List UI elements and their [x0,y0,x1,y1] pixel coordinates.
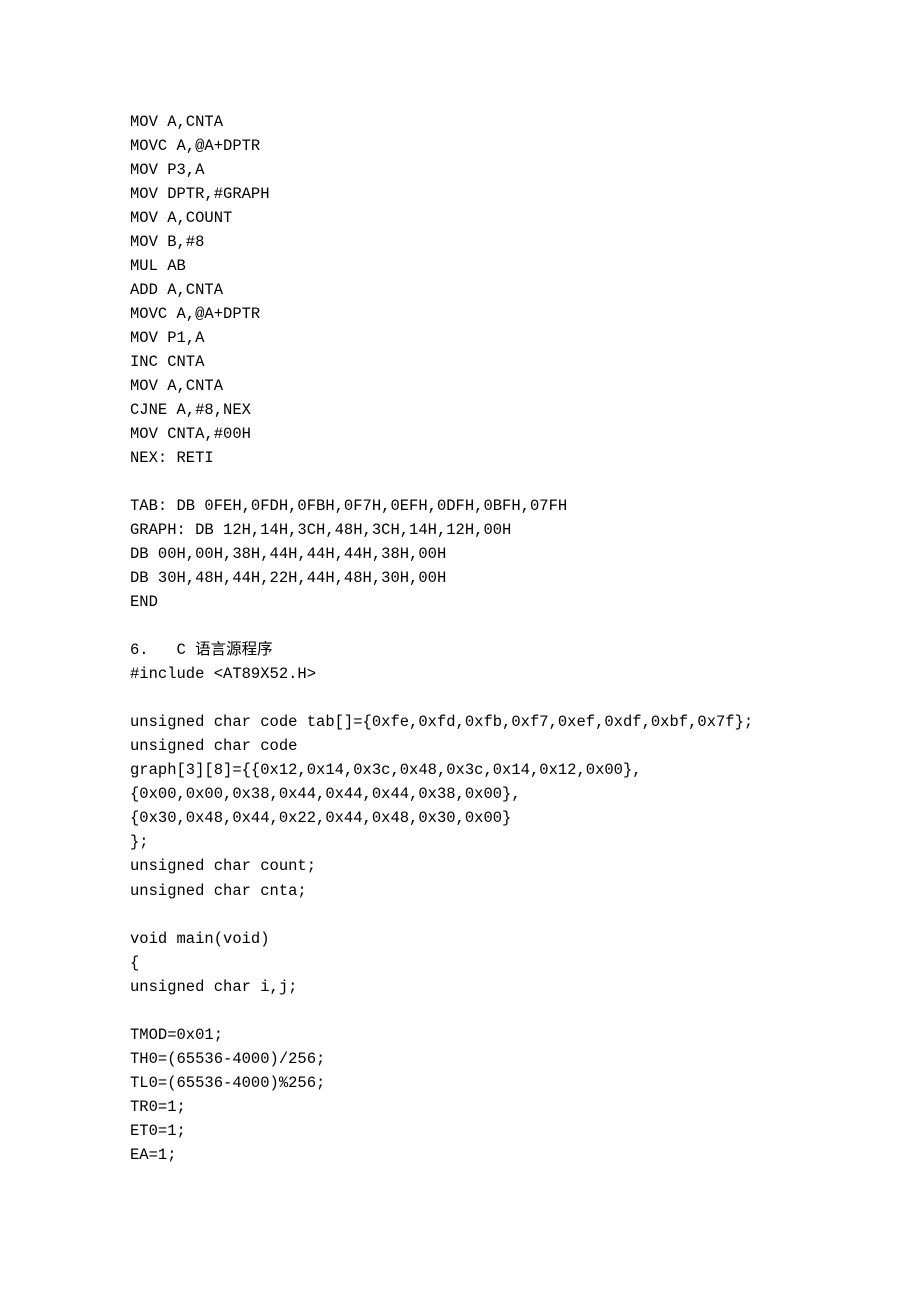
code-line: unsigned char count; [130,854,920,878]
code-line: MOV A,COUNT [130,206,920,230]
code-line: ADD A,CNTA [130,278,920,302]
code-line: TL0=(65536-4000)%256; [130,1071,920,1095]
code-line: MOV A,CNTA [130,374,920,398]
code-line: }; [130,830,920,854]
code-line: MOV DPTR,#GRAPH [130,182,920,206]
code-line: unsigned char code tab[]={0xfe,0xfd,0xfb… [130,710,920,734]
code-line: MOVC A,@A+DPTR [130,134,920,158]
code-line: MOV P3,A [130,158,920,182]
code-line: void main(void) [130,927,920,951]
code-line [130,470,920,494]
code-line: TAB: DB 0FEH,0FDH,0FBH,0F7H,0EFH,0DFH,0B… [130,494,920,518]
code-line: TMOD=0x01; [130,1023,920,1047]
code-line: EA=1; [130,1143,920,1167]
code-line [130,686,920,710]
code-line: TH0=(65536-4000)/256; [130,1047,920,1071]
code-line: ET0=1; [130,1119,920,1143]
code-line: {0x30,0x48,0x44,0x22,0x44,0x48,0x30,0x00… [130,806,920,830]
code-line: DB 00H,00H,38H,44H,44H,44H,38H,00H [130,542,920,566]
code-line [130,614,920,638]
code-line: #include <AT89X52.H> [130,662,920,686]
code-line: MOV CNTA,#00H [130,422,920,446]
code-line: MUL AB [130,254,920,278]
code-line: unsigned char code [130,734,920,758]
code-line: graph[3][8]={{0x12,0x14,0x3c,0x48,0x3c,0… [130,758,920,782]
code-line: GRAPH: DB 12H,14H,3CH,48H,3CH,14H,12H,00… [130,518,920,542]
code-line: MOVC A,@A+DPTR [130,302,920,326]
code-line: INC CNTA [130,350,920,374]
code-line: END [130,590,920,614]
code-line: MOV B,#8 [130,230,920,254]
code-line: MOV A,CNTA [130,110,920,134]
code-line [130,999,920,1023]
code-line: NEX: RETI [130,446,920,470]
code-line: DB 30H,48H,44H,22H,44H,48H,30H,00H [130,566,920,590]
code-line: {0x00,0x00,0x38,0x44,0x44,0x44,0x38,0x00… [130,782,920,806]
code-line: 6. C 语言源程序 [130,638,920,662]
code-line: TR0=1; [130,1095,920,1119]
document-page: MOV A,CNTAMOVC A,@A+DPTRMOV P3,AMOV DPTR… [0,0,920,1302]
code-line: { [130,951,920,975]
code-line: MOV P1,A [130,326,920,350]
code-block: MOV A,CNTAMOVC A,@A+DPTRMOV P3,AMOV DPTR… [130,110,920,1167]
code-line [130,903,920,927]
code-line: unsigned char i,j; [130,975,920,999]
code-line: unsigned char cnta; [130,879,920,903]
code-line: CJNE A,#8,NEX [130,398,920,422]
